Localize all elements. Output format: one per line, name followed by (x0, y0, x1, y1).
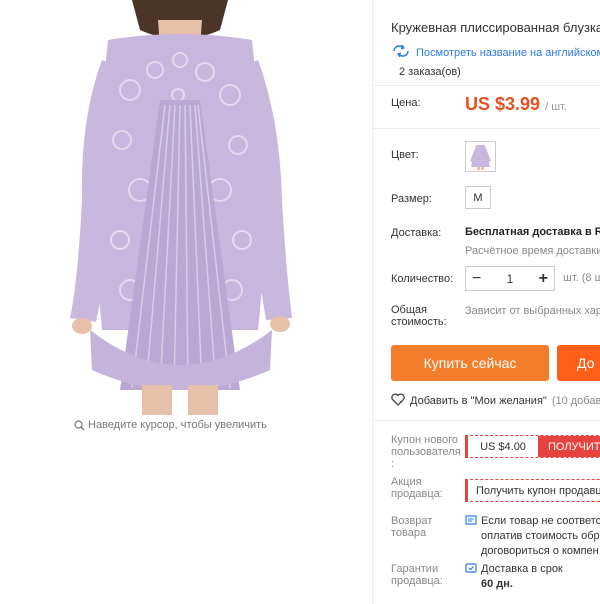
get-seller-coupon-button[interactable]: Получить купон продавц (465, 479, 600, 502)
wishlist-label: Добавить в "Мои желания" (410, 395, 547, 407)
buy-now-button[interactable]: Купить сейчас (391, 345, 549, 381)
add-to-wishlist-link[interactable]: Добавить в "Мои желания" (10 добавл (391, 393, 600, 409)
quantity-decrease-button[interactable]: − (472, 270, 481, 287)
returns-label-line1: Возврат (391, 515, 433, 527)
translate-link-text: Посмотреть название на английском (416, 46, 600, 59)
add-to-cart-button[interactable]: До (557, 345, 600, 381)
new-user-coupon-label: Купон нового пользователя : (391, 434, 461, 470)
price-amount: US $3.99 (465, 94, 541, 114)
price-unit: / шт. (545, 101, 567, 113)
size-option-m[interactable]: M (465, 186, 491, 209)
delivery-guarantee: Доставка в срок 60 дн. (465, 562, 563, 592)
product-image-area: Наведите курсор, чтобы увеличить (0, 0, 372, 604)
translate-icon (391, 44, 411, 61)
guarantee-label: Гарантии продавца: (391, 563, 443, 587)
product-title: Кружевная плиссированная блузка (391, 20, 600, 35)
magnifier-icon (74, 419, 85, 431)
divider (373, 85, 600, 86)
zoom-hint: Наведите курсор, чтобы увеличить (74, 419, 267, 431)
orders-count: 2 заказа(ов) (399, 66, 461, 78)
seller-promo-label-line2: продавца: (391, 488, 443, 500)
new-user-coupon-label-line3: : (391, 458, 395, 470)
quantity-input[interactable]: 1 (507, 272, 514, 286)
guarantee-days: 60 дн. (481, 578, 513, 590)
total-label-line2: стоимость: (391, 316, 447, 328)
total-label: Общая стоимость: (391, 304, 447, 328)
wishlist-count: (10 добавл (551, 395, 600, 407)
shipping-label: Доставка: (391, 227, 442, 239)
returns-label: Возврат товара (391, 515, 432, 539)
get-coupon-button[interactable]: ПОЛУЧИТ (538, 436, 600, 457)
color-label: Цвет: (391, 149, 419, 161)
new-user-coupon: US $4.00 ПОЛУЧИТ (465, 435, 600, 458)
guarantee-label-line1: Гарантии (391, 563, 439, 575)
guarantee-line1: Доставка в срок (481, 563, 563, 575)
returns-icon (465, 514, 477, 559)
product-image[interactable] (60, 0, 300, 415)
new-user-coupon-label-line2: пользователя (391, 446, 461, 458)
coupon-amount: US $4.00 (480, 440, 526, 453)
delivery-estimate: Расчётное время доставки (465, 245, 600, 257)
divider (373, 128, 600, 129)
delivery-icon (465, 562, 477, 592)
quantity-label: Количество: (391, 273, 454, 285)
total-label-line1: Общая (391, 304, 427, 316)
quantity-available: шт. (8 ш (563, 272, 600, 284)
returns-policy: Если товар не соответс оплатив стоимость… (465, 514, 600, 559)
heart-icon (391, 393, 405, 409)
price-label: Цена: (391, 97, 421, 109)
color-option-thumbnail[interactable] (465, 141, 496, 172)
total-value: Зависит от выбранных хар (465, 305, 600, 317)
guarantee-label-line2: продавца: (391, 575, 443, 587)
quantity-stepper: − 1 + (465, 266, 555, 291)
translate-title-link[interactable]: Посмотреть название на английском (391, 44, 600, 61)
returns-label-line2: товара (391, 527, 427, 539)
zoom-hint-text: Наведите курсор, чтобы увеличить (88, 419, 267, 431)
seller-promo-label: Акция продавца: (391, 476, 443, 500)
seller-promo-label-line1: Акция (391, 476, 422, 488)
returns-line3: договориться о компен (481, 545, 599, 557)
shipping-method[interactable]: Бесплатная доставка в Ru (465, 226, 600, 238)
size-label: Размер: (391, 193, 432, 205)
quantity-increase-button[interactable]: + (539, 270, 548, 287)
product-info-panel: Кружевная плиссированная блузка Посмотре… (372, 0, 600, 604)
returns-line2: оплатив стоимость обр (481, 530, 600, 542)
price-value: US $3.99 / шт. (465, 94, 567, 115)
returns-line1: Если товар не соответс (481, 515, 600, 527)
divider (373, 420, 600, 421)
new-user-coupon-label-line1: Купон нового (391, 434, 459, 446)
